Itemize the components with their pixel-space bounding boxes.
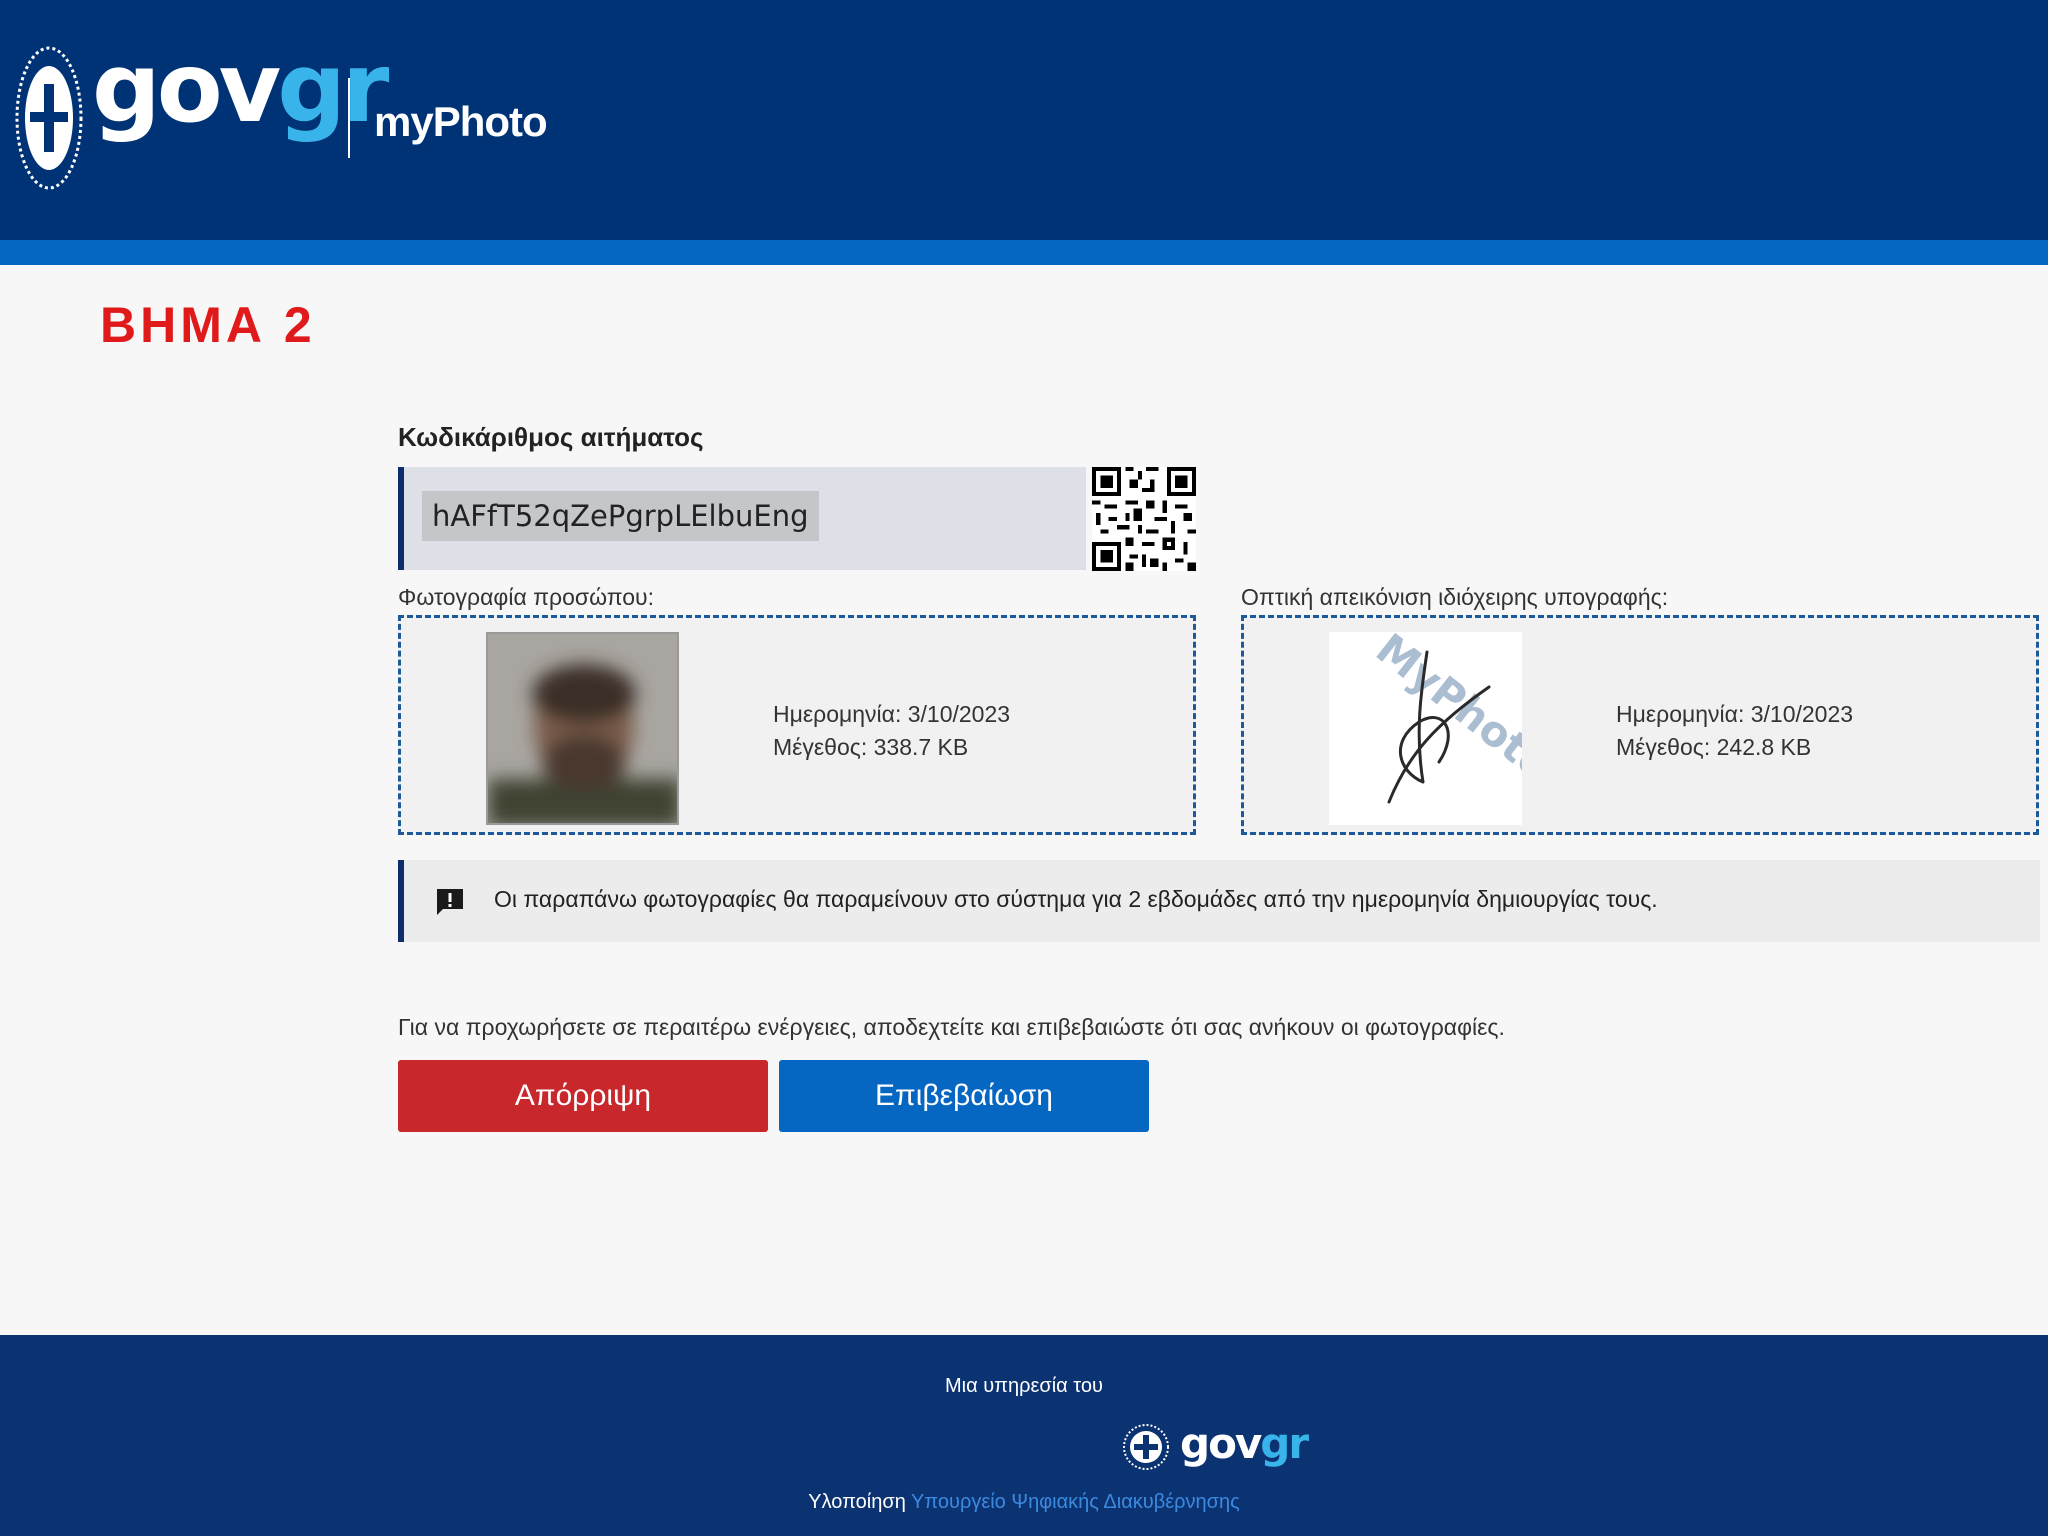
face-photo-date: Ημερομηνία: 3/10/2023 <box>773 701 1011 727</box>
request-code-title: Κωδικάριθμος αιτήματος <box>398 422 704 452</box>
face-photo-box[interactable]: Ημερομηνία: 3/10/2023 Μέγεθος: 338.7 KB <box>398 615 1196 835</box>
signature-image: MyPhoto <box>1367 632 1522 804</box>
step-label: ΒΗΜΑ 2 <box>100 297 316 353</box>
greek-emblem-icon <box>15 46 83 190</box>
footer-impl-label: Υλοποίηση <box>808 1491 906 1513</box>
face-photo-size: Μέγεθος: 338.7 KB <box>773 734 969 760</box>
ministry-link[interactable]: Υπουργείο Ψηφιακής Διακυβέρνησης <box>911 1491 1240 1513</box>
request-code-field[interactable]: hAFfT52qZePgrpLElbuEng <box>398 467 1086 570</box>
footer-brand: govgr <box>1180 1419 1309 1468</box>
alert-message-icon <box>437 889 463 915</box>
footer-emblem-icon <box>1123 1424 1169 1470</box>
signature-box[interactable]: MyPhoto Ημερομηνία: 3/10/2023 Μέγεθος: 2… <box>1241 615 2039 835</box>
notice-text: Οι παραπάνω φωτογραφίες θα παραμείνουν σ… <box>494 886 1658 912</box>
footer-govgr-logo[interactable]: govgr <box>1122 1419 1362 1475</box>
signature-watermark: MyPhoto <box>1367 632 1522 790</box>
signature-date: Ημερομηνία: 3/10/2023 <box>1616 701 1854 727</box>
site-footer: Μια υπηρεσία του govgr Υλοποίηση Υπουργε… <box>0 1335 2048 1536</box>
footer-gov-text: gov <box>1180 1419 1262 1468</box>
footer-implementation: Υλοποίηση Υπουργείο Ψηφιακής Διακυβέρνησ… <box>0 1491 2048 1514</box>
face-photo-meta: Ημερομηνία: 3/10/2023 Μέγεθος: 338.7 KB <box>773 698 1010 764</box>
header-divider <box>348 78 350 158</box>
logo-gr-text: gr <box>277 32 389 144</box>
signature-label: Οπτική απεικόνιση ιδιόχειρης υπογραφής: <box>1241 584 1669 610</box>
request-code-value[interactable]: hAFfT52qZePgrpLElbuEng <box>422 491 819 541</box>
retention-notice: Οι παραπάνω φωτογραφίες θα παραμείνουν σ… <box>398 860 2040 942</box>
face-photo-thumbnail[interactable] <box>486 632 679 825</box>
face-photo-image <box>488 634 677 823</box>
logo-gov-text: gov <box>92 32 281 144</box>
qr-code-icon <box>1092 467 1196 571</box>
site-header: govgr myPhoto <box>0 0 2048 240</box>
confirm-button[interactable]: Επιβεβαίωση <box>779 1060 1149 1132</box>
footer-service-text: Μια υπηρεσία του <box>945 1375 1103 1397</box>
app-name[interactable]: myPhoto <box>374 98 548 146</box>
confirmation-instruction: Για να προχωρήσετε σε περαιτέρω ενέργειε… <box>398 1014 1505 1040</box>
footer-gr-text: gr <box>1260 1419 1309 1468</box>
header-stripe <box>0 240 2048 265</box>
govgr-logo[interactable]: govgr <box>92 40 389 136</box>
face-photo-label: Φωτογραφία προσώπου: <box>398 584 654 610</box>
signature-size: Μέγεθος: 242.8 KB <box>1616 734 1812 760</box>
signature-meta: Ημερομηνία: 3/10/2023 Μέγεθος: 242.8 KB <box>1616 698 1853 764</box>
signature-thumbnail[interactable]: MyPhoto <box>1329 632 1522 825</box>
reject-button[interactable]: Απόρριψη <box>398 1060 768 1132</box>
